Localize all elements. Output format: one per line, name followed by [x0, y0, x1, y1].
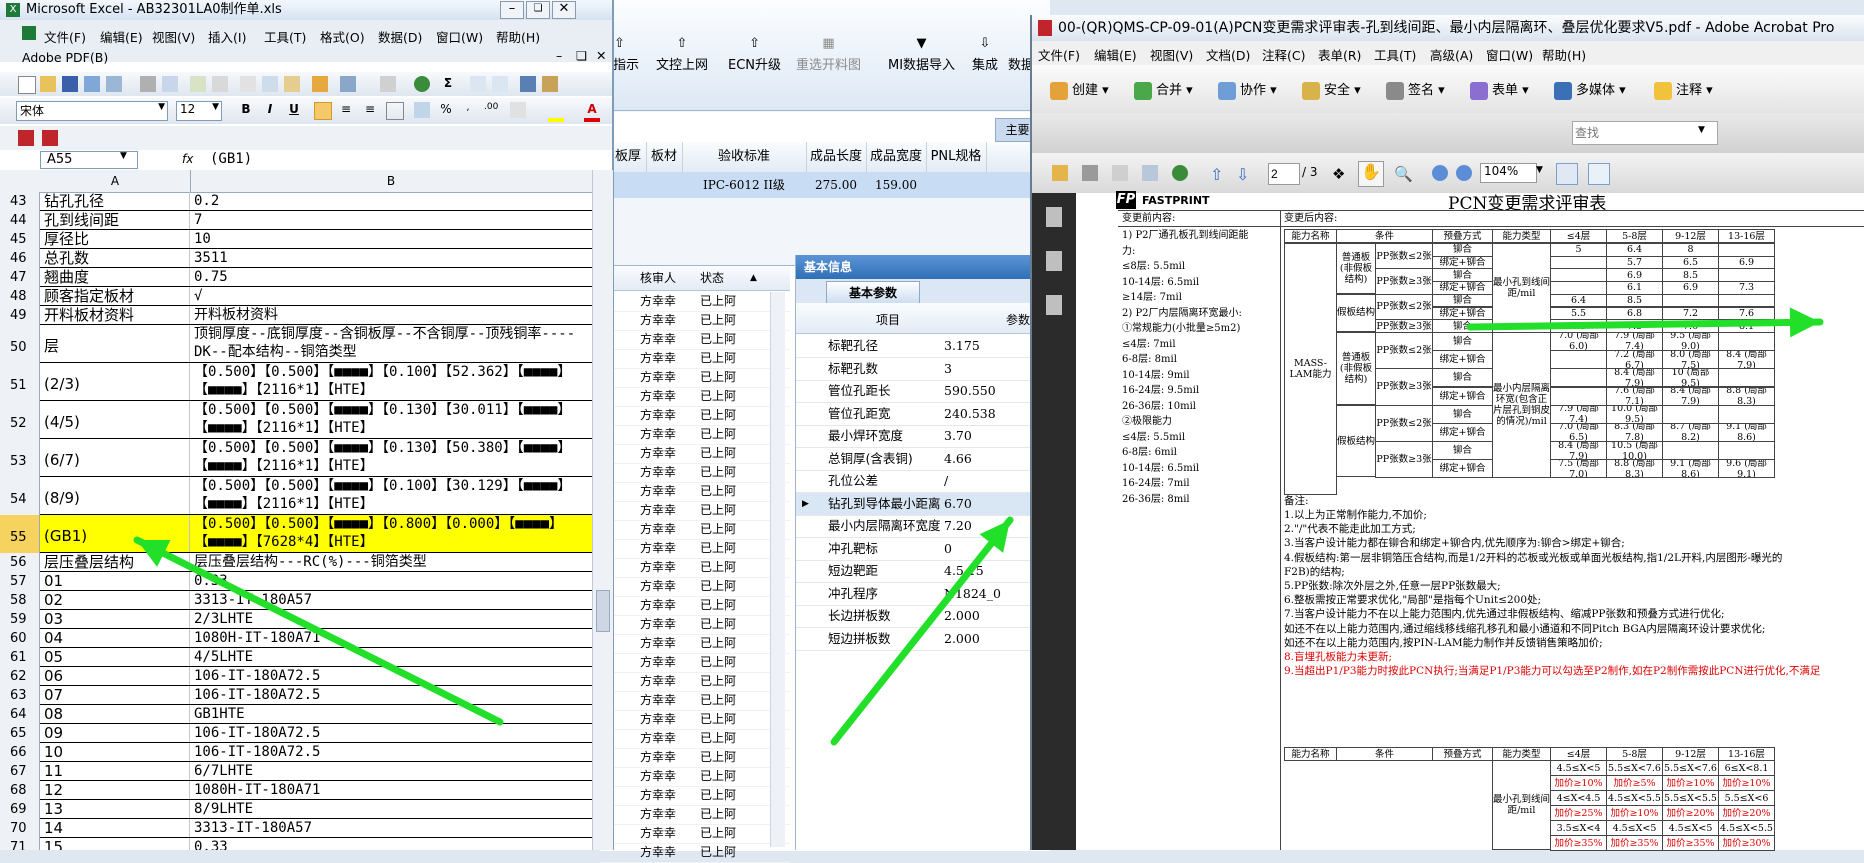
annotation-arrow-line [1466, 318, 1824, 331]
annotation-arrow-line [133, 536, 504, 726]
annotation-arrow-line [830, 516, 1014, 746]
annotation-layer [133, 307, 1824, 746]
annotation-arrows [133, 307, 1824, 746]
annotation-arrow-head [1789, 307, 1820, 338]
